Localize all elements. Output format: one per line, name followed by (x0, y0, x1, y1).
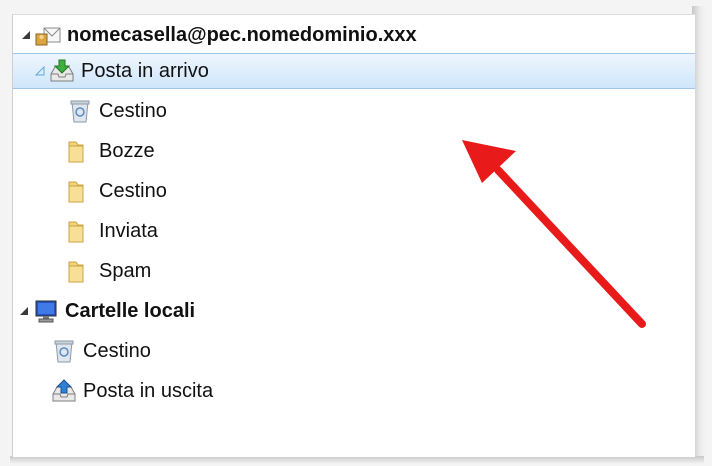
trash-icon (51, 338, 77, 364)
mail-account-icon (35, 22, 61, 48)
folder-spam[interactable]: Spam (13, 253, 695, 289)
folder-cestino[interactable]: Cestino (13, 173, 695, 209)
folder-icon (67, 138, 93, 164)
inbox-icon (49, 58, 75, 84)
folder-label: Cestino (99, 99, 167, 122)
account-label: nomecasella@pec.nomedominio.xxx (67, 23, 417, 46)
account-row[interactable]: nomecasella@pec.nomedominio.xxx (13, 17, 695, 53)
folder-label: Inviata (99, 219, 158, 242)
folder-trash[interactable]: Cestino (13, 93, 695, 129)
folder-pane: nomecasella@pec.nomedominio.xxx Posta in… (12, 14, 695, 457)
folder-icon (67, 258, 93, 284)
folder-label: Posta in arrivo (81, 59, 209, 82)
folder-drafts[interactable]: Bozze (13, 133, 695, 169)
local-folder-trash[interactable]: Cestino (13, 333, 695, 369)
local-folders-row[interactable]: Cartelle locali (13, 293, 695, 329)
folder-label: Spam (99, 259, 152, 282)
trash-icon (67, 98, 93, 124)
folder-icon (67, 218, 93, 244)
expanded-triangle-icon[interactable] (17, 304, 31, 318)
folder-icon (67, 178, 93, 204)
local-folders-label: Cartelle locali (65, 299, 196, 322)
expanded-triangle-icon[interactable] (19, 28, 33, 42)
folder-label: Cestino (83, 339, 151, 362)
computer-icon (33, 298, 59, 324)
outbox-icon (51, 378, 77, 404)
expanded-triangle-icon[interactable] (33, 64, 47, 78)
window-shadow-bottom (10, 456, 704, 464)
folder-inbox[interactable]: Posta in arrivo (13, 53, 695, 89)
folder-label: Cestino (99, 179, 167, 202)
folder-label: Bozze (99, 139, 155, 162)
local-folder-outbox[interactable]: Posta in uscita (13, 373, 695, 409)
folder-label: Posta in uscita (83, 379, 214, 402)
folder-sent[interactable]: Inviata (13, 213, 695, 249)
